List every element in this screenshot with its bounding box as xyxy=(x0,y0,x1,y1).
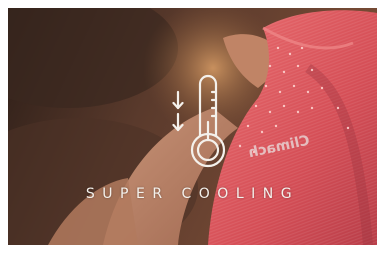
brand-logo: Climach xyxy=(247,134,311,160)
thermometer-down-icon xyxy=(172,74,228,170)
product-image: Climach SUPER COOLING xyxy=(8,8,377,245)
feature-caption: SUPER COOLING xyxy=(85,186,300,202)
svg-text:Climach: Climach xyxy=(247,134,311,160)
